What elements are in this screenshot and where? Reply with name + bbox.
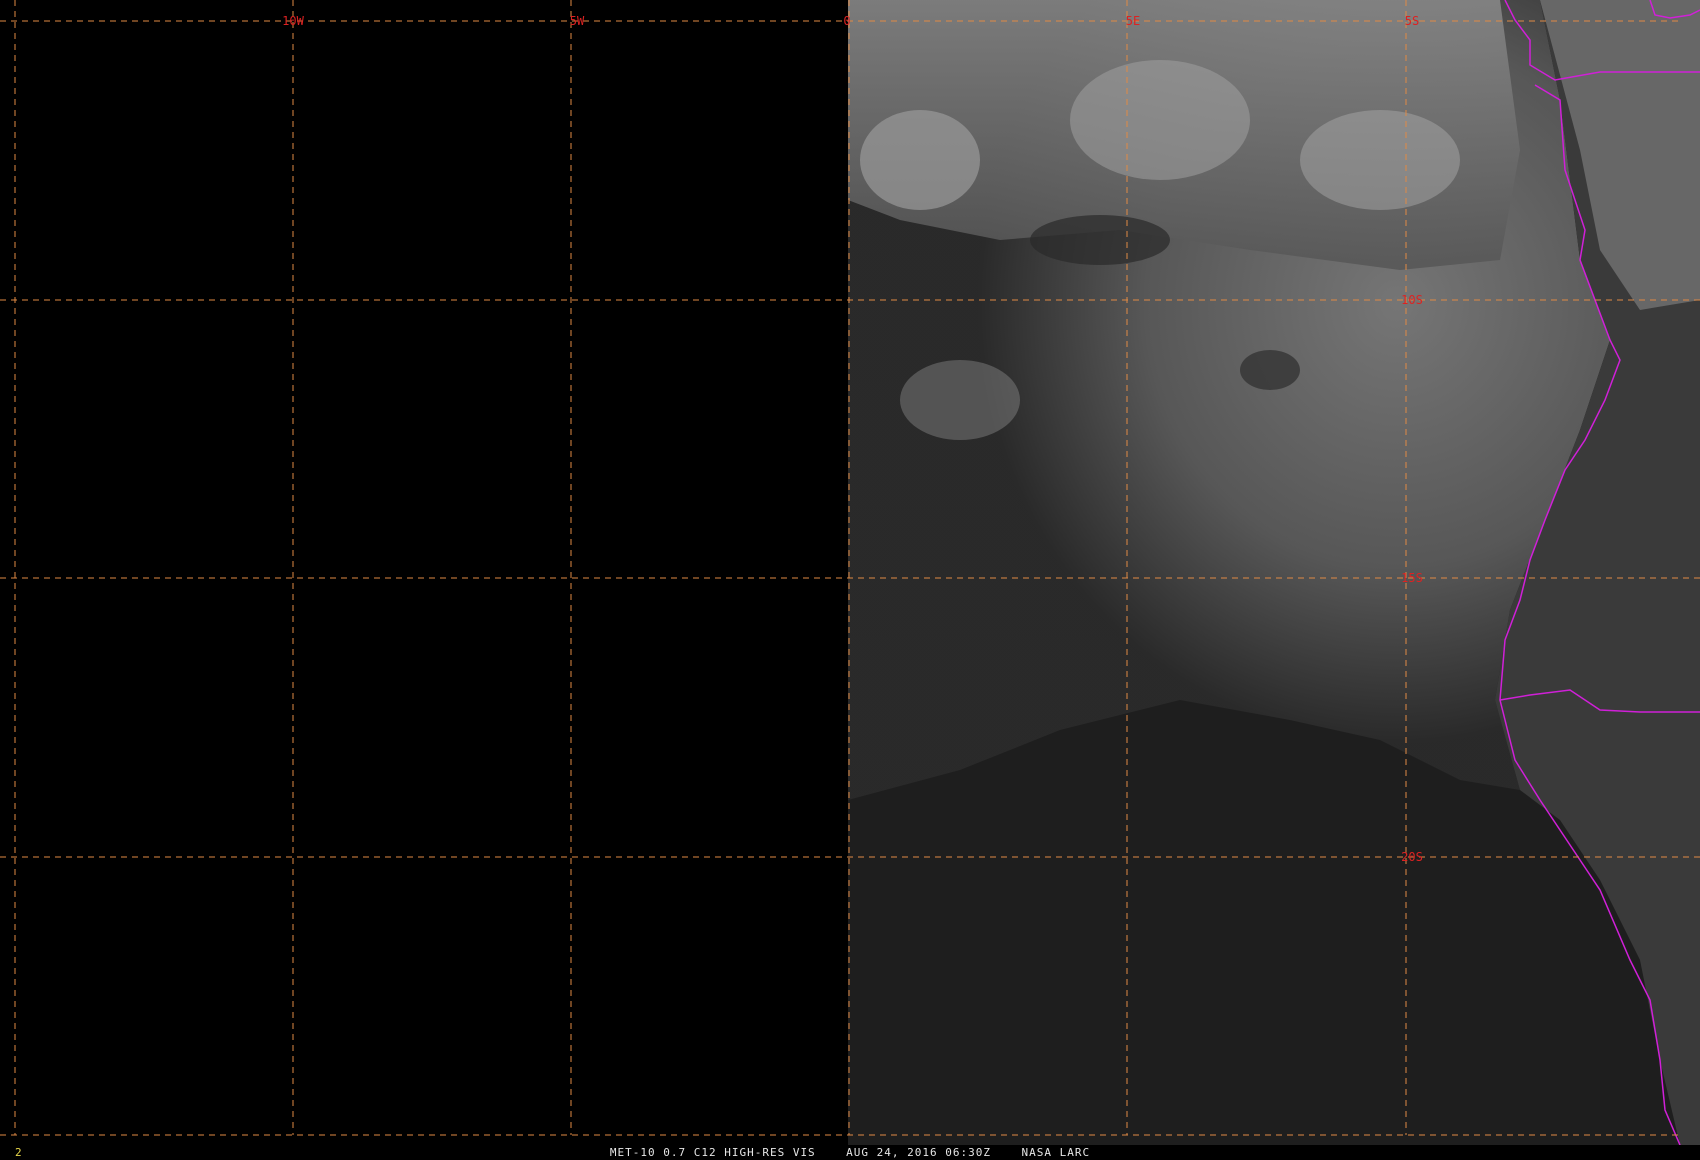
cloud-cluster	[1070, 60, 1250, 180]
image-caption: MET-10 0.7 C12 HIGH-RES VIS AUG 24, 2016…	[609, 1146, 1091, 1159]
lat-label-20s: 20S	[1401, 850, 1423, 864]
satellite-image: 10W 5W 0 5E 5S 10S 15S 20S	[0, 0, 1700, 1145]
cloud-cluster	[860, 110, 980, 210]
no-data-region	[0, 0, 848, 1145]
lon-label-0: 0	[843, 14, 850, 28]
cloud-cluster	[900, 360, 1020, 440]
caption-bar: 2 MET-10 0.7 C12 HIGH-RES VIS AUG 24, 20…	[0, 1145, 1700, 1160]
cloud-cluster	[1300, 110, 1460, 210]
dark-gap	[1030, 215, 1170, 265]
lat-label-15s: 15S	[1401, 571, 1423, 585]
lon-label-5w: 5W	[570, 14, 585, 28]
lat-label-10s: 10S	[1401, 293, 1423, 307]
lat-label-5s: 5S	[1405, 14, 1419, 28]
dark-gap	[1240, 350, 1300, 390]
lon-label-10w: 10W	[282, 14, 304, 28]
lon-label-5e: 5E	[1126, 14, 1140, 28]
